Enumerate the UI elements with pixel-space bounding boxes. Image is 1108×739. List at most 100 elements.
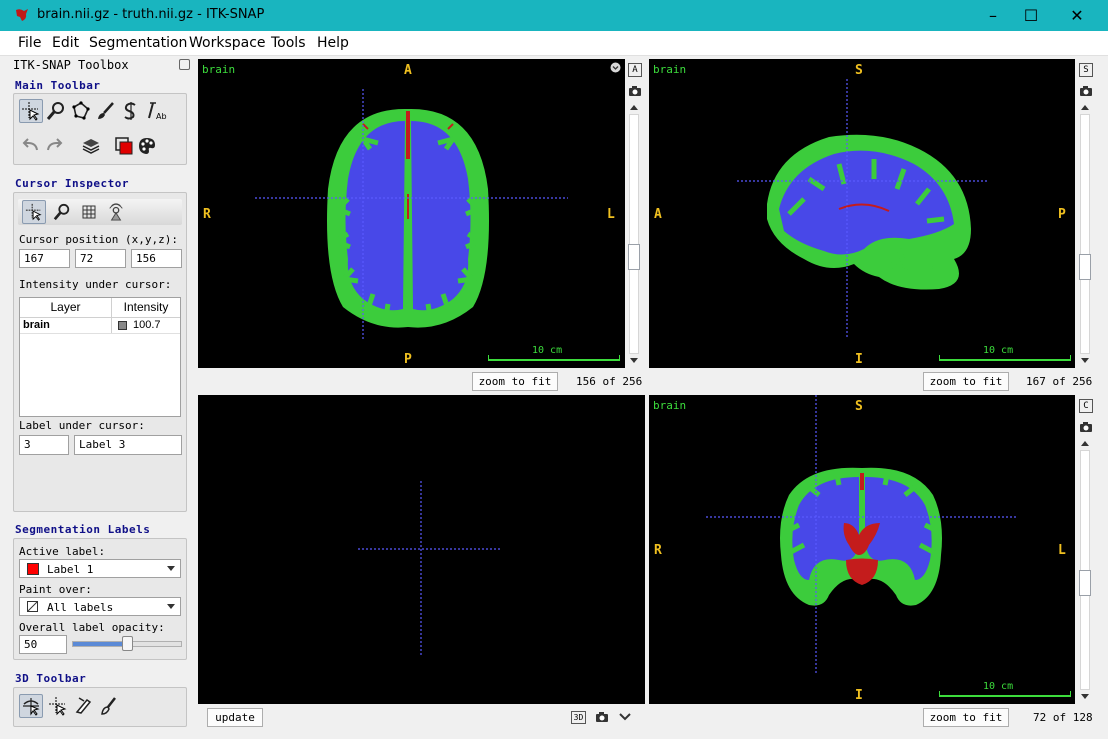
coronal-zoom-to-fit-button[interactable]: zoom to fit bbox=[923, 708, 1009, 727]
sagittal-layout-button[interactable]: S bbox=[1079, 63, 1093, 77]
crosshair-tool-icon[interactable] bbox=[19, 99, 43, 123]
toolbox-panel: ITK-SNAP Toolbox Main Toolbar Ab Cursor … bbox=[9, 57, 190, 727]
coronal-camera-icon[interactable] bbox=[1079, 421, 1093, 433]
svg-text:Ab: Ab bbox=[156, 112, 167, 121]
menu-tools[interactable]: Tools bbox=[271, 35, 306, 51]
opacity-slider-handle[interactable] bbox=[122, 636, 133, 651]
layers-icon[interactable] bbox=[79, 134, 103, 158]
redo-icon[interactable] bbox=[42, 134, 66, 158]
scroll-track[interactable] bbox=[629, 114, 639, 354]
intensity-column-header[interactable]: Intensity bbox=[112, 298, 180, 317]
sagittal-slice-counter: 167 of 256 bbox=[1026, 375, 1093, 388]
snake-tool-icon[interactable] bbox=[119, 99, 143, 123]
scroll-down-icon[interactable] bbox=[1081, 358, 1089, 364]
sagittal-view[interactable]: brain S I A P 10 cm bbox=[649, 59, 1075, 368]
paint-over-dropdown[interactable]: All labels bbox=[19, 597, 181, 616]
axial-zoom-to-fit-button[interactable]: zoom to fit bbox=[472, 372, 558, 391]
opacity-slider[interactable] bbox=[72, 636, 182, 651]
axial-view-menu-icon[interactable] bbox=[610, 62, 621, 73]
active-label-dropdown[interactable]: Label 1 bbox=[19, 559, 181, 578]
scroll-thumb[interactable] bbox=[1079, 254, 1091, 280]
inspector-grid-tab-icon[interactable] bbox=[77, 200, 101, 224]
axial-layer-name: brain bbox=[202, 63, 236, 76]
menu-workspace[interactable]: Workspace bbox=[189, 35, 266, 51]
axial-orientation-top: A bbox=[404, 63, 412, 78]
sagittal-orientation-top: S bbox=[855, 63, 863, 78]
coronal-slice-scrollbar[interactable] bbox=[1077, 438, 1093, 704]
scroll-up-icon[interactable] bbox=[630, 104, 638, 110]
3d-crosshair-icon[interactable] bbox=[46, 694, 70, 718]
cursor-y-field[interactable]: 72 bbox=[75, 249, 126, 268]
toolbox-title: ITK-SNAP Toolbox bbox=[13, 58, 129, 72]
axial-camera-icon[interactable] bbox=[628, 85, 642, 97]
zoom-tool-icon[interactable] bbox=[44, 99, 68, 123]
3d-camera-icon[interactable] bbox=[595, 711, 609, 723]
label-name-field[interactable]: Label 3 bbox=[74, 435, 182, 455]
main-toolbar: Ab bbox=[13, 93, 187, 165]
3d-rotate-icon[interactable] bbox=[19, 694, 43, 718]
coronal-slice-counter: 72 of 128 bbox=[1033, 711, 1093, 724]
undock-icon[interactable] bbox=[179, 59, 190, 70]
menu-file[interactable]: File bbox=[18, 35, 41, 51]
scroll-track[interactable] bbox=[1080, 114, 1090, 354]
segmentation-labels-title: Segmentation Labels bbox=[15, 523, 151, 536]
axial-layout-button[interactable]: A bbox=[628, 63, 642, 77]
sagittal-slice-image bbox=[737, 79, 987, 339]
scroll-up-icon[interactable] bbox=[1081, 440, 1089, 446]
3d-spray-icon[interactable] bbox=[98, 694, 122, 718]
sagittal-slice-scrollbar[interactable] bbox=[1077, 102, 1093, 368]
axial-slice-image bbox=[255, 89, 568, 339]
scroll-up-icon[interactable] bbox=[1081, 104, 1089, 110]
segmentation-labels-panel: Active label: Label 1 Paint over: All la… bbox=[13, 538, 187, 660]
sagittal-camera-icon[interactable] bbox=[1079, 85, 1093, 97]
sagittal-orientation-right: P bbox=[1058, 207, 1066, 222]
3d-render-view[interactable] bbox=[198, 395, 645, 704]
3d-view-button[interactable]: 3D bbox=[571, 711, 586, 724]
3d-toolbar-title: 3D Toolbar bbox=[15, 672, 87, 685]
menu-bar: File Edit Segmentation Workspace Tools H… bbox=[0, 31, 1108, 56]
maximize-button[interactable]: ☐ bbox=[1008, 0, 1054, 31]
inspector-sync-tab-icon[interactable] bbox=[104, 200, 128, 224]
chevron-down-icon[interactable] bbox=[619, 712, 631, 722]
opacity-field[interactable]: 50 bbox=[19, 635, 67, 654]
axial-orientation-left: R bbox=[203, 207, 211, 222]
title-bar: brain.nii.gz - truth.nii.gz - ITK-SNAP –… bbox=[0, 0, 1108, 31]
sagittal-zoom-to-fit-button[interactable]: zoom to fit bbox=[923, 372, 1009, 391]
label-id-field[interactable]: 3 bbox=[19, 435, 69, 455]
scroll-thumb[interactable] bbox=[1079, 570, 1091, 596]
scroll-thumb[interactable] bbox=[628, 244, 640, 270]
chevron-down-icon bbox=[167, 604, 175, 609]
table-row[interactable]: brain 100.7 bbox=[20, 318, 180, 334]
layer-column-header[interactable]: Layer bbox=[20, 298, 112, 317]
inspector-zoom-tab-icon[interactable] bbox=[50, 200, 74, 224]
3d-update-button[interactable]: update bbox=[207, 708, 263, 727]
3d-scalpel-icon[interactable] bbox=[71, 694, 95, 718]
chevron-down-icon bbox=[167, 566, 175, 571]
cursor-inspector-title: Cursor Inspector bbox=[15, 177, 129, 190]
inspector-crosshair-tab-icon[interactable] bbox=[22, 200, 46, 224]
menu-segmentation[interactable]: Segmentation bbox=[89, 35, 187, 51]
paintbrush-tool-icon[interactable] bbox=[94, 99, 118, 123]
menu-help[interactable]: Help bbox=[317, 35, 349, 51]
intensity-label: Intensity under cursor: bbox=[19, 278, 172, 291]
3d-toolbar bbox=[13, 687, 187, 727]
annotation-tool-icon[interactable]: Ab bbox=[144, 99, 168, 123]
cursor-z-field[interactable]: 156 bbox=[131, 249, 182, 268]
coronal-view[interactable]: brain S I R L 10 cm bbox=[649, 395, 1075, 704]
polygon-tool-icon[interactable] bbox=[69, 99, 93, 123]
scroll-down-icon[interactable] bbox=[630, 358, 638, 364]
active-label-caption: Active label: bbox=[19, 545, 106, 558]
label-color-icon[interactable] bbox=[112, 134, 136, 158]
undo-icon[interactable] bbox=[19, 134, 43, 158]
close-button[interactable]: ✕ bbox=[1054, 0, 1100, 31]
palette-icon[interactable] bbox=[135, 134, 159, 158]
coronal-layout-button[interactable]: C bbox=[1079, 399, 1093, 413]
axial-slice-counter: 156 of 256 bbox=[576, 375, 643, 388]
axial-orientation-right: L bbox=[607, 207, 615, 222]
cursor-x-field[interactable]: 167 bbox=[19, 249, 70, 268]
axial-slice-scrollbar[interactable] bbox=[626, 102, 642, 368]
axial-view[interactable]: brain A P R L 10 cm bbox=[198, 59, 625, 368]
scroll-down-icon[interactable] bbox=[1081, 694, 1089, 700]
menu-edit[interactable]: Edit bbox=[52, 35, 79, 51]
3d-crosshair bbox=[358, 481, 500, 657]
